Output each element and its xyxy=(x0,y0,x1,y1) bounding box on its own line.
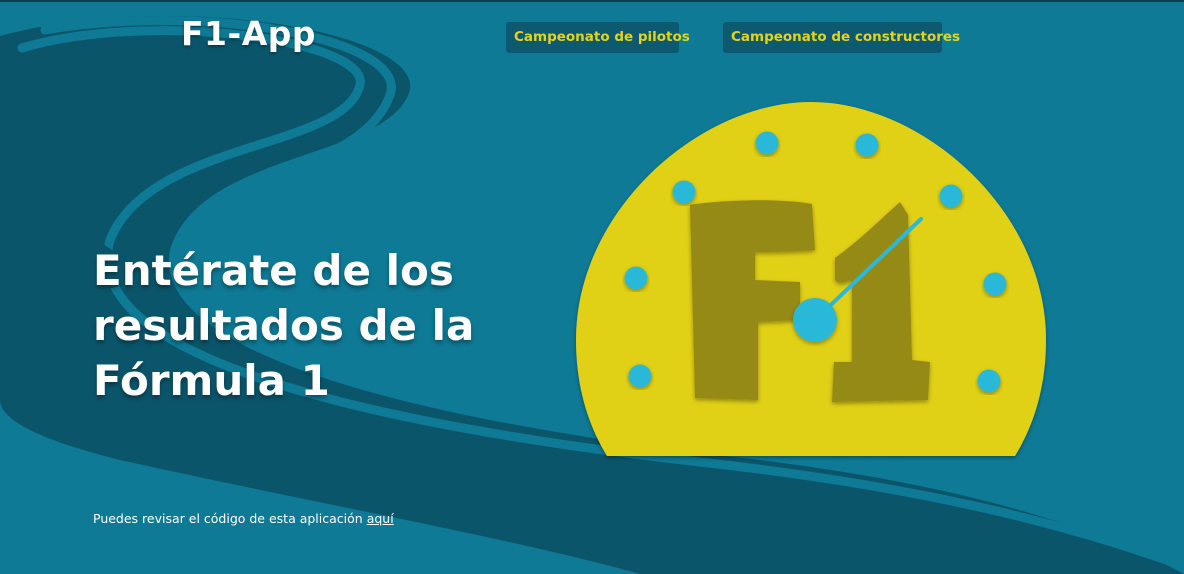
dial-dot-2 xyxy=(855,133,879,157)
app-brand[interactable]: F1-App xyxy=(181,14,316,53)
dial-dot-5 xyxy=(624,266,648,290)
hero-title-line-1: Entérate de los xyxy=(93,246,454,295)
hero-title-line-2: resultados de la xyxy=(93,301,475,350)
hero-title: Entérate de los resultados de la Fórmula… xyxy=(93,243,533,408)
dial-dot-4 xyxy=(939,184,963,208)
source-code-link[interactable]: aquí xyxy=(367,511,394,526)
gauge-needle-hub xyxy=(793,298,837,342)
speedometer-f1-icon xyxy=(576,102,1046,456)
source-code-note-text: Puedes revisar el código de esta aplicac… xyxy=(93,511,363,526)
top-border xyxy=(0,0,1184,2)
dial-dot-8 xyxy=(977,369,1001,393)
dial-dot-7 xyxy=(628,364,652,388)
source-code-note: Puedes revisar el código de esta aplicac… xyxy=(93,511,394,526)
drivers-championship-button[interactable]: Campeonato de pilotos xyxy=(506,22,690,53)
dial-dot-6 xyxy=(983,272,1007,296)
constructors-championship-button[interactable]: Campeonato de constructores xyxy=(723,22,960,53)
dial-dot-3 xyxy=(672,180,696,204)
dial-dot-1 xyxy=(755,131,779,155)
hero-title-line-3: Fórmula 1 xyxy=(93,356,330,405)
